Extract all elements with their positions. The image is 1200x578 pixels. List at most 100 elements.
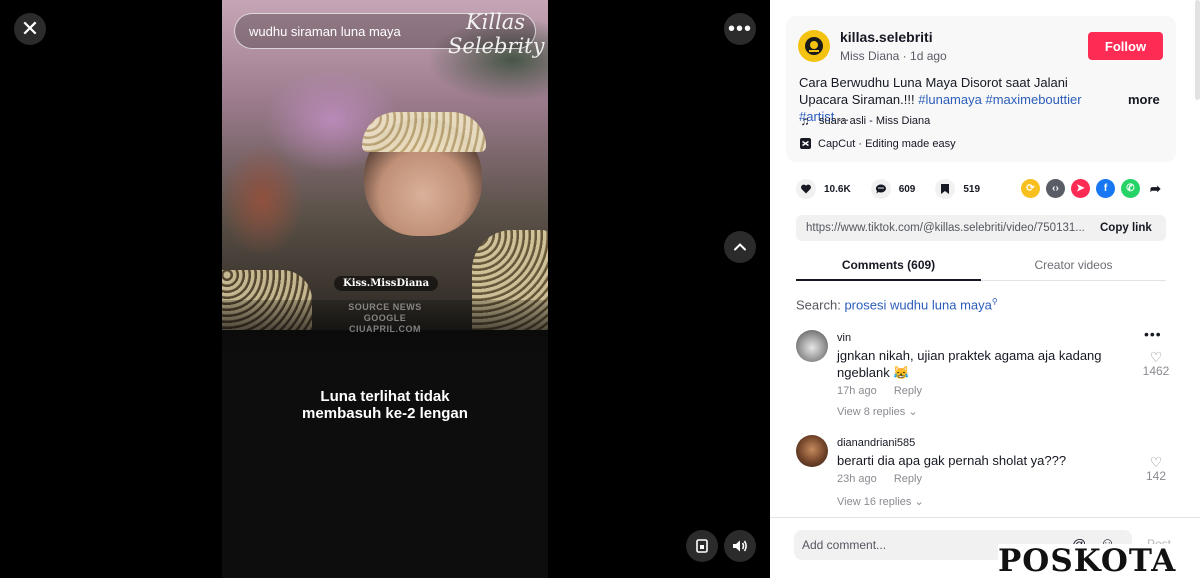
tab-bar: Comments (609) Creator videos [796,250,1166,281]
volume-button[interactable] [724,530,756,562]
bookmark-count: 519 [963,183,981,195]
like-count: 10.6K [824,183,851,195]
scrollbar[interactable] [1195,0,1200,100]
capcut-icon [800,138,811,149]
view-replies-label: View 8 replies [837,406,906,418]
chevron-down-icon: ⌄ [914,496,924,508]
captions-icon [696,539,708,553]
comment-button[interactable] [870,179,891,199]
link-box: https://www.tiktok.com/@killas.selebriti… [796,215,1166,241]
embed-icon[interactable]: ‹› [1046,179,1065,198]
search-prefix: Search: [796,297,841,313]
music-row[interactable]: ♫ suara asli - Miss Diana [799,114,931,128]
scene-flower-crown [362,112,486,152]
comment-item: dianandriani585 berarti dia apa gak pern… [796,435,1176,515]
avatar[interactable] [798,30,830,62]
heart-outline-icon: ♡ [1149,454,1163,470]
captions-button[interactable] [686,530,718,562]
comment-text: berarti dia apa gak pernah sholat ya??? [837,453,1067,468]
tiktok-video-page: ✕ wudhu siraman luna maya Killas Selebri… [0,0,1200,578]
source-line: GOOGLE [363,313,407,323]
bookmark-icon [941,184,950,194]
creator-subline: Miss Diana · 1d ago [840,49,947,63]
comment-text: jgnkan nikah, ujian praktek agama aja ka… [837,348,1102,380]
comment-meta: 23h ago Reply [837,473,922,485]
previous-video-button[interactable] [724,231,756,263]
comment-more-icon[interactable]: ••• [1144,326,1162,342]
watermark-logo-text: POSKOTA [998,543,1177,578]
reply-button[interactable]: Reply [894,473,922,485]
video-search-text: wudhu siraman luna maya [249,23,401,39]
view-replies-button[interactable]: View 8 replies ⌄ [837,405,918,418]
more-link[interactable]: more [1128,92,1160,107]
share-icons: ⟳ ‹› ➤ f ✆ ➦ [1021,179,1165,198]
volume-icon [733,540,747,552]
comment-avatar[interactable] [796,330,828,362]
share-arrow-icon[interactable]: ➦ [1146,179,1165,198]
details-panel: killas.selebriti Miss Diana · 1d ago Fol… [770,0,1200,578]
source-line: SOURCE NEWS [348,302,422,312]
tab-comments[interactable]: Comments (609) [796,258,981,281]
comment-avatar[interactable] [796,435,828,467]
comment-item: vin jgnkan nikah, ujian praktek agama aj… [796,326,1176,420]
brand-overlay: Killas Selebrity [448,10,545,58]
comment-search-suggestion[interactable]: Search: prosesi wudhu luna maya⚲ [796,297,998,312]
comment-time: 23h ago [837,473,877,485]
close-button[interactable]: ✕ [14,13,46,45]
facebook-icon[interactable]: f [1096,179,1115,198]
copy-link-button[interactable]: Copy link [1100,222,1152,234]
view-replies-button[interactable]: View 16 replies ⌄ [837,495,924,508]
brand-overlay-text: Killas Selebrity [448,10,545,58]
follow-button[interactable]: Follow [1088,32,1163,60]
comment-time: 17h ago [837,385,877,397]
comment-username[interactable]: vin [837,332,851,344]
repost-icon[interactable]: ⟳ [1021,179,1040,198]
video-dark-bottom [222,300,548,578]
post-info-card: killas.selebriti Miss Diana · 1d ago Fol… [786,16,1176,162]
send-icon[interactable]: ➤ [1071,179,1090,198]
action-row: 10.6K 609 519 [796,178,1000,200]
comment-input-placeholder: Add comment... [802,538,887,552]
poskota-watermark-logo: POSKOTA [998,544,1200,578]
comment-like-count: 1462 [1142,364,1170,378]
more-icon: ••• [727,17,752,40]
video-caption: Luna terlihat tidak membasuh ke-2 lengan [222,388,548,422]
caption-line: membasuh ke-2 lengan [302,405,468,422]
video-player-area: ✕ wudhu siraman luna maya Killas Selebri… [0,0,770,578]
capcut-label: CapCut · Editing made easy [818,137,956,150]
comment-username[interactable]: dianandriani585 [837,437,915,449]
reply-button[interactable]: Reply [894,385,922,397]
bookmark-button[interactable] [935,179,956,199]
music-note-icon: ♫ [800,114,810,128]
comment-count: 609 [898,183,916,195]
search-icon: ⚲ [991,297,998,306]
chevron-up-icon [734,243,746,251]
like-button[interactable] [796,179,816,199]
video-frame[interactable]: wudhu siraman luna maya Killas Selebrity… [222,0,548,578]
source-line: CIUAPRIL.COM [349,324,421,334]
close-icon: ✕ [20,16,40,41]
comment-like[interactable]: ♡ 1462 [1142,350,1170,378]
watermark-badge: Kiss.MissDiana [334,276,439,291]
tab-creator-videos[interactable]: Creator videos [981,258,1166,272]
comment-icon [875,184,886,194]
search-query[interactable]: prosesi wudhu luna maya [844,297,991,312]
comment-meta: 17h ago Reply [837,385,922,397]
more-options-button[interactable]: ••• [724,13,756,45]
source-text: SOURCE NEWS GOOGLE CIUAPRIL.COM [222,302,548,335]
heart-outline-icon: ♡ [1149,349,1163,365]
heart-icon [801,184,811,194]
view-replies-label: View 16 replies [837,496,912,508]
hashtag-link[interactable]: #lunamaya [918,92,982,107]
video-link[interactable]: https://www.tiktok.com/@killas.selebriti… [806,222,1092,234]
capcut-row[interactable]: CapCut · Editing made easy [799,137,956,150]
whatsapp-icon[interactable]: ✆ [1121,179,1140,198]
creator-username[interactable]: killas.selebriti [840,29,933,45]
hashtag-link[interactable]: #maximebouttier [985,92,1081,107]
divider [770,517,1200,518]
comment-like[interactable]: ♡ 142 [1142,455,1170,483]
creator-logo-icon [805,37,823,55]
chevron-down-icon: ⌄ [908,406,918,418]
caption-line: Luna terlihat tidak [320,388,450,405]
music-label: suara asli - Miss Diana [819,115,931,127]
